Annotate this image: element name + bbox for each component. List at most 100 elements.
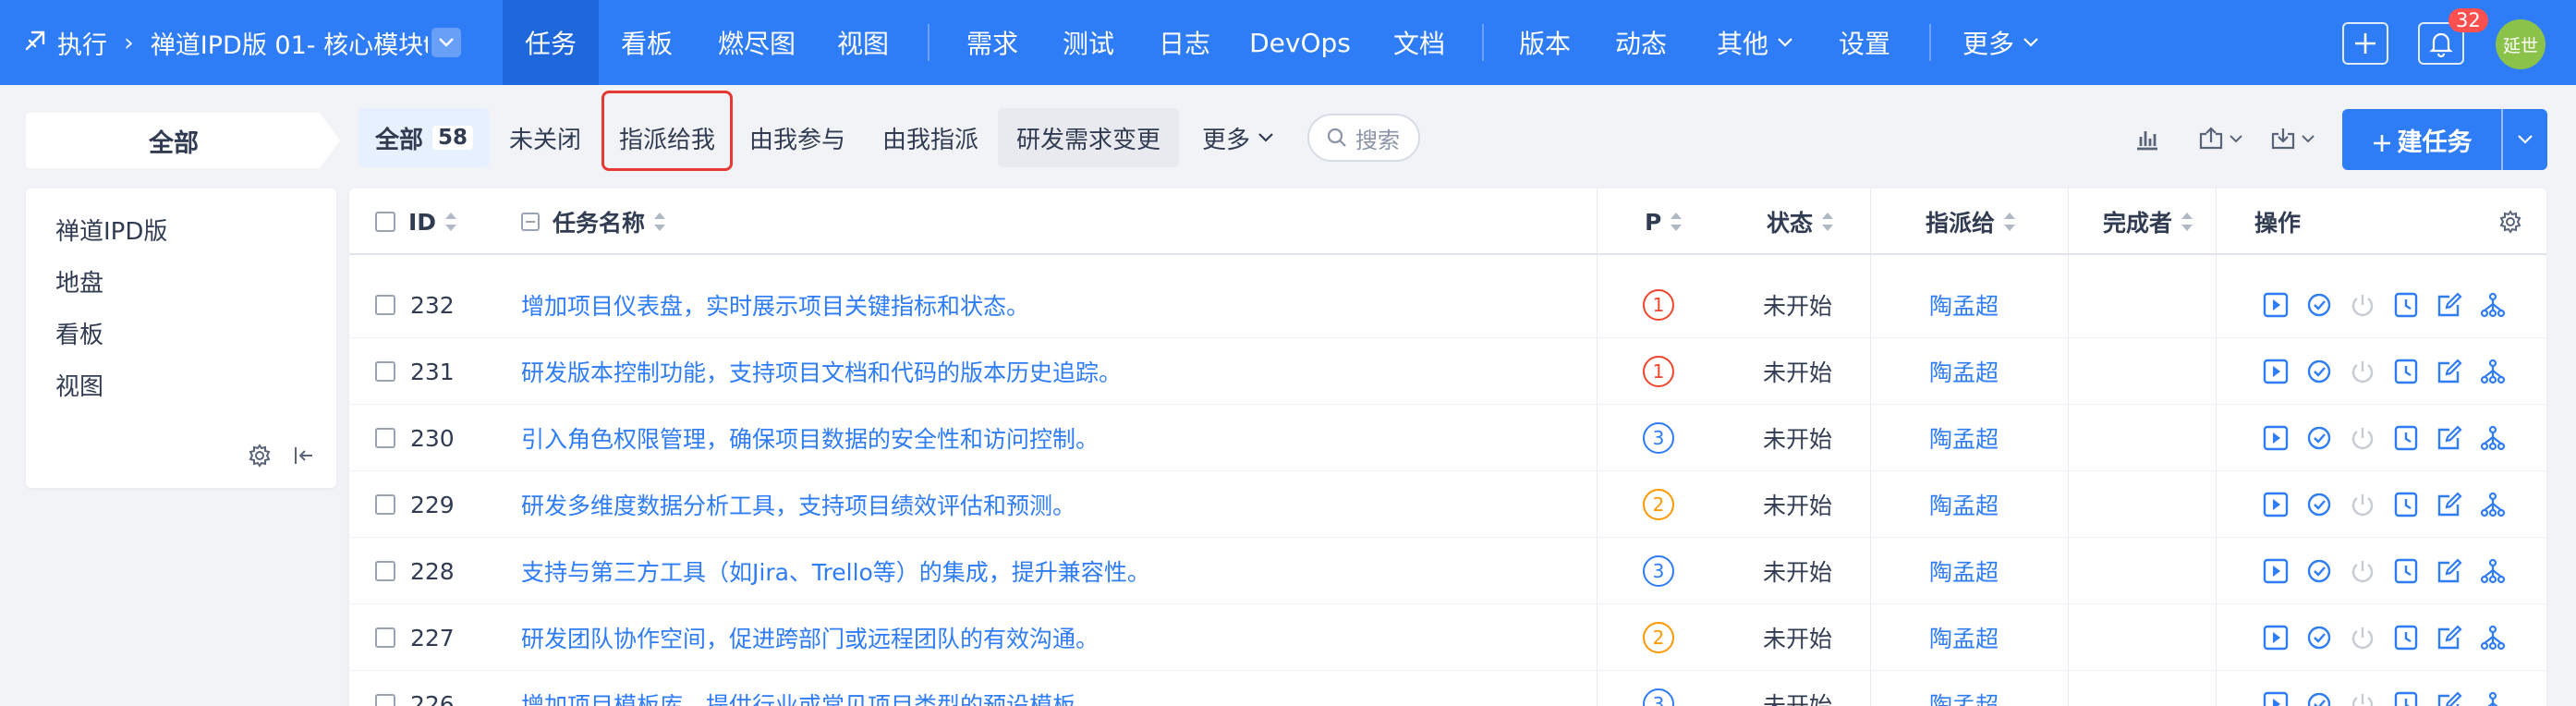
nav-dynamic[interactable]: 动态 xyxy=(1593,0,1689,85)
search-box[interactable]: 搜索 xyxy=(1307,114,1420,162)
finish-icon[interactable] xyxy=(2305,291,2333,319)
edit-icon[interactable] xyxy=(2436,690,2463,706)
finish-icon[interactable] xyxy=(2305,557,2333,585)
task-name-link[interactable]: 引入角色权限管理，确保项目数据的安全性和访问控制。 xyxy=(521,405,1099,471)
finish-icon[interactable] xyxy=(2305,424,2333,452)
subtask-icon[interactable] xyxy=(2479,291,2507,319)
task-name-link[interactable]: 增加项目模板库，提供行业或常见项目类型的预设模板。 xyxy=(521,671,1099,706)
edit-icon[interactable] xyxy=(2436,624,2463,651)
task-name-link[interactable]: 增加项目仪表盘，实时展示项目关键指标和状态。 xyxy=(521,272,1029,338)
filter-tab-all[interactable]: 全部 58 xyxy=(358,108,490,167)
finish-icon[interactable] xyxy=(2305,358,2333,385)
close-power-icon[interactable] xyxy=(2349,291,2376,319)
nav-log[interactable]: 日志 xyxy=(1136,0,1233,85)
row-checkbox[interactable] xyxy=(375,295,395,315)
nav-build[interactable]: 版本 xyxy=(1497,0,1593,85)
header-finisher[interactable]: 完成者 xyxy=(2103,189,2194,255)
close-power-icon[interactable] xyxy=(2349,690,2376,706)
import-button[interactable] xyxy=(2269,120,2315,157)
tree-item-view[interactable]: 视图 xyxy=(55,368,103,402)
start-icon[interactable] xyxy=(2262,624,2290,651)
finish-icon[interactable] xyxy=(2305,491,2333,518)
table-row[interactable]: 232 增加项目仪表盘，实时展示项目关键指标和状态。 1 未开始 陶孟超 xyxy=(349,272,2546,338)
nav-test[interactable]: 测试 xyxy=(1040,0,1136,85)
table-row[interactable]: 227 研发团队协作空间，促进跨部门或远程团队的有效沟通。 2 未开始 陶孟超 xyxy=(349,604,2546,671)
header-id[interactable]: ID xyxy=(375,189,458,255)
close-power-icon[interactable] xyxy=(2349,557,2376,585)
filter-tab-story-change[interactable]: 研发需求变更 xyxy=(998,108,1179,167)
header-name[interactable]: 任务名称 xyxy=(521,189,667,255)
create-button[interactable] xyxy=(2342,22,2388,65)
close-power-icon[interactable] xyxy=(2349,624,2376,651)
assigned-to-link[interactable]: 陶孟超 xyxy=(1929,671,1999,706)
record-hours-icon[interactable] xyxy=(2392,424,2420,452)
report-button[interactable] xyxy=(2134,120,2160,157)
assigned-to-link[interactable]: 陶孟超 xyxy=(1929,538,1999,604)
close-power-icon[interactable] xyxy=(2349,491,2376,518)
finish-icon[interactable] xyxy=(2305,690,2333,706)
task-name-link[interactable]: 支持与第三方工具（如Jira、Trello等）的集成，提升兼容性。 xyxy=(521,538,1150,604)
subtask-icon[interactable] xyxy=(2479,624,2507,651)
assigned-to-link[interactable]: 陶孟超 xyxy=(1929,272,1999,338)
record-hours-icon[interactable] xyxy=(2392,358,2420,385)
row-checkbox[interactable] xyxy=(375,428,395,448)
subtask-icon[interactable] xyxy=(2479,358,2507,385)
header-status[interactable]: 状态 xyxy=(1767,189,1835,255)
row-checkbox[interactable] xyxy=(375,627,395,648)
header-pri[interactable]: P xyxy=(1645,189,1683,255)
gear-icon[interactable] xyxy=(248,444,272,473)
start-icon[interactable] xyxy=(2262,424,2290,452)
nav-settings[interactable]: 设置 xyxy=(1817,0,1913,85)
table-row[interactable]: 228 支持与第三方工具（如Jira、Trello等）的集成，提升兼容性。 3 未开始… xyxy=(349,538,2546,604)
export-button[interactable] xyxy=(2197,120,2243,157)
nav-burndown[interactable]: 燃尽图 xyxy=(702,0,811,85)
nav-more[interactable]: 更多 xyxy=(1946,0,2057,85)
nav-task[interactable]: 任务 xyxy=(503,0,599,85)
start-icon[interactable] xyxy=(2262,557,2290,585)
module-all-bar[interactable]: 全部 xyxy=(26,113,340,168)
project-dropdown-button[interactable] xyxy=(431,28,461,57)
project-name[interactable]: 禅道IPD版 01- 核心模块t xyxy=(151,25,428,61)
row-checkbox[interactable] xyxy=(375,694,395,706)
filter-tab-more[interactable]: 更多 xyxy=(1192,108,1284,167)
table-row[interactable]: 231 研发版本控制功能，支持项目文档和代码的版本历史追踪。 1 未开始 陶孟超 xyxy=(349,338,2546,405)
nav-devops[interactable]: DevOps xyxy=(1238,0,1362,85)
record-hours-icon[interactable] xyxy=(2392,291,2420,319)
table-row[interactable]: 226 增加项目模板库，提供行业或常见项目类型的预设模板。 3 未开始 陶孟超 xyxy=(349,671,2546,706)
nav-other[interactable]: 其他 xyxy=(1700,0,1811,85)
header-assigned[interactable]: 指派给 xyxy=(1926,189,2017,255)
assigned-to-link[interactable]: 陶孟超 xyxy=(1929,471,1999,538)
nav-doc[interactable]: 文档 xyxy=(1371,0,1467,85)
nav-story[interactable]: 需求 xyxy=(944,0,1040,85)
edit-icon[interactable] xyxy=(2436,291,2463,319)
task-name-link[interactable]: 研发多维度数据分析工具，支持项目绩效评估和预测。 xyxy=(521,471,1075,538)
subtask-icon[interactable] xyxy=(2479,491,2507,518)
tree-item-ipd[interactable]: 禅道IPD版 xyxy=(55,213,167,247)
filter-tab-unclosed[interactable]: 未关闭 xyxy=(499,108,591,167)
breadcrumb-execution[interactable]: 执行 xyxy=(57,25,107,61)
row-checkbox[interactable] xyxy=(375,561,395,581)
record-hours-icon[interactable] xyxy=(2392,690,2420,706)
subtask-icon[interactable] xyxy=(2479,557,2507,585)
create-task-dropdown[interactable] xyxy=(2503,134,2547,145)
record-hours-icon[interactable] xyxy=(2392,624,2420,651)
start-icon[interactable] xyxy=(2262,491,2290,518)
finish-icon[interactable] xyxy=(2305,624,2333,651)
filter-tab-assigned-by-me[interactable]: 由我指派 xyxy=(872,108,989,167)
edit-icon[interactable] xyxy=(2436,557,2463,585)
collapse-icon[interactable] xyxy=(292,444,316,473)
avatar[interactable]: 延世 xyxy=(2496,19,2546,69)
close-power-icon[interactable] xyxy=(2349,358,2376,385)
row-checkbox[interactable] xyxy=(375,361,395,382)
edit-icon[interactable] xyxy=(2436,491,2463,518)
start-icon[interactable] xyxy=(2262,358,2290,385)
nav-kanban[interactable]: 看板 xyxy=(599,0,695,85)
table-row[interactable]: 229 研发多维度数据分析工具，支持项目绩效评估和预测。 2 未开始 陶孟超 xyxy=(349,471,2546,538)
record-hours-icon[interactable] xyxy=(2392,491,2420,518)
tree-item-dashboard[interactable]: 地盘 xyxy=(55,264,103,298)
row-checkbox[interactable] xyxy=(375,494,395,515)
tree-item-kanban[interactable]: 看板 xyxy=(55,316,103,350)
task-name-link[interactable]: 研发版本控制功能，支持项目文档和代码的版本历史追踪。 xyxy=(521,338,1122,405)
nav-view[interactable]: 视图 xyxy=(815,0,911,85)
assigned-to-link[interactable]: 陶孟超 xyxy=(1929,338,1999,405)
